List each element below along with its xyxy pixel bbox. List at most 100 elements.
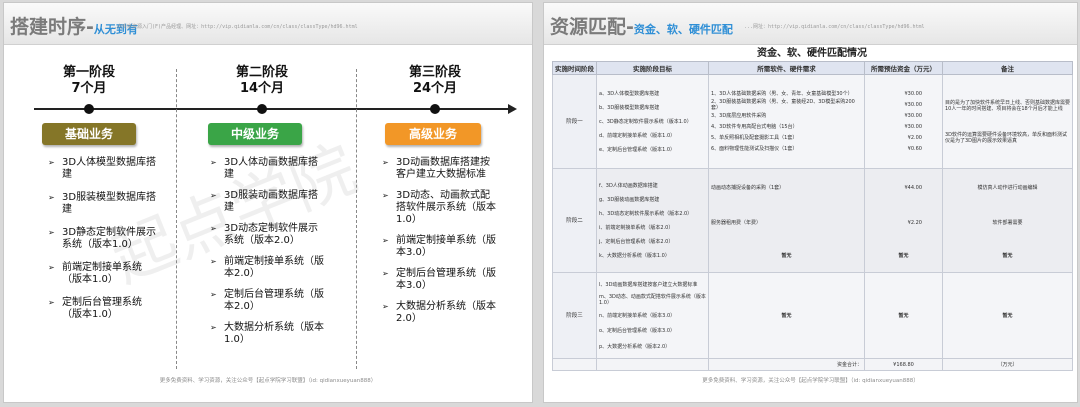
advanced-business-button[interactable]: 高级业务 — [385, 123, 481, 145]
list-item: 3D动态定制软件展示系统（版本2.0） — [210, 223, 328, 247]
total-row: 资金合计： ¥168.80 （万元） — [552, 358, 1073, 371]
header-cell: 所需预估资金（万元） — [864, 61, 943, 75]
goal-item: f、3D人体动画数据库搭建 — [599, 182, 658, 189]
empty-cell — [596, 358, 709, 371]
list-item: 定制后台管理系统（版本3.0） — [382, 268, 500, 292]
needs-cell: 动画动态捕捉设备的采购（1套） 服务器租用费（年费） 暂无 — [708, 168, 865, 273]
title-dash: - — [626, 16, 634, 38]
goal-item: o、定制后台管理系统（版本3.0） — [599, 328, 676, 334]
funds-cell: ¥44.00 ¥2.20 暂无 — [864, 168, 943, 273]
goal-item: a、3D人体模型数据库搭建 — [599, 90, 660, 97]
goal-item: i、前端定制接单系统（版本2.0） — [599, 224, 674, 231]
slide-header: 搭建时序-从无到有 ...点专家资源入门(F)产品经理、网址：http://vi… — [4, 3, 532, 45]
list-item: 3D动画数据库搭建按客户建立大数据标准 — [382, 157, 500, 181]
note-item: 暂无 — [1002, 252, 1013, 259]
need-item: 2、3D服装基础数据采购（男、女、童装经2D、3D模型采购200套） — [711, 98, 855, 111]
fund-item: ¥2.00 — [907, 135, 922, 142]
list-item: 定制后台管理系统（版本2.0） — [210, 289, 328, 313]
goal-item: p、大数据分析系统（版本2.0） — [599, 343, 671, 350]
list-item: 大数据分析系统（版本1.0） — [210, 322, 328, 346]
list-item: 定制后台管理系统（版本1.0） — [48, 297, 160, 321]
timeline-dot-1 — [84, 104, 94, 114]
goal-item: j、定制后台管理系统（版本2.0） — [599, 238, 674, 245]
list-item: 3D人体动画数据库搭建 — [210, 157, 328, 181]
list-item: 前端定制接单系统（版本3.0） — [382, 235, 500, 259]
title-main: 资源匹配 — [550, 16, 627, 38]
phase-2-list: 3D人体动画数据库搭建 3D服装动画数据库搭建 3D动态定制软件展示系统（版本2… — [210, 157, 328, 355]
list-item: 3D人体模型数据库搭建 — [48, 157, 160, 181]
phase-3-duration: 24个月 — [412, 81, 458, 96]
total-label: 资金合计： — [708, 358, 865, 371]
stage-cell: 阶段三 — [552, 272, 597, 359]
note-item: 3D软件的运算需要硬件设备环境较高，单反和面料测试仪是为了3D图片的展示效果逼真 — [945, 131, 1068, 144]
resource-table-wrap: 资金、软、硬件匹配情况 实施时间阶段 实施阶段目标 所需软件、硬件需求 所需预估… — [552, 47, 1073, 371]
title-dash: - — [86, 16, 94, 38]
goals-cell: f、3D人体动画数据库搭建 g、3D服装动画数据库搭建 h、3D动态定制软件展示… — [596, 168, 709, 273]
phase-3-list: 3D动画数据库搭建按客户建立大数据标准 3D动态、动画款式配搭软件展示系统（版本… — [382, 157, 500, 334]
notes-cell: 暂无 — [942, 272, 1073, 359]
header-cell: 备注 — [942, 61, 1073, 75]
total-unit: （万元） — [942, 358, 1073, 371]
fund-item: ¥44.00 — [904, 184, 923, 191]
list-item: 前端定制接单系统（版本2.0） — [210, 256, 328, 280]
slide-footer: 更多免费资料、学习资源，关注公众号【起点学院学习联盟】（id: qidianxu… — [159, 378, 377, 384]
goal-item: m、3D动态、动画款式配搭软件展示系统（版本1.0） — [599, 294, 706, 306]
timeline-arrow-icon — [508, 104, 517, 114]
header-cell: 实施阶段目标 — [596, 61, 709, 75]
phase-1-list: 3D人体模型数据库搭建 3D服装模型数据库搭建 3D静态定制软件展示系统（版本1… — [48, 157, 160, 332]
need-item: 1、3D人体基础数据采购（男、女、青年、女童基础模型30个） — [711, 90, 853, 97]
timeline-dot-2 — [257, 104, 267, 114]
list-item: 3D动态、动画款式配搭软件展示系统（版本1.0） — [382, 190, 500, 226]
goal-item: n、前端定制接单系统（版本3.0） — [599, 312, 676, 319]
mid-business-button[interactable]: 中级业务 — [208, 123, 302, 145]
note-item: 模仿真人动作进行动画编辑 — [977, 184, 1038, 191]
needs-cell: 1、3D人体基础数据采购（男、女、青年、女童基础模型30个） 2、3D服装基础数… — [708, 74, 865, 169]
phase-2-name: 第二阶段 — [235, 65, 288, 80]
fund-item: ¥30.00 — [904, 112, 923, 119]
goals-cell: l、3D动画数据库搭建按客户建立大数据标准 m、3D动态、动画款式配搭软件展示系… — [596, 272, 709, 359]
phase-1-duration: 7个月 — [71, 81, 107, 96]
slide-timeline: 搭建时序-从无到有 ...点专家资源入门(F)产品经理、网址：http://vi… — [3, 2, 533, 403]
title-main: 搭建时序 — [10, 16, 87, 38]
list-item: 大数据分析系统（版本2.0） — [382, 301, 500, 325]
stage-cell: 阶段一 — [552, 74, 597, 169]
goal-item: e、定制后台管理系统（版本1.0） — [599, 146, 676, 153]
total-value: ¥168.80 — [864, 358, 943, 371]
notes-cell: 模仿真人动作进行动画编辑 软件部署需要 暂无 — [942, 168, 1073, 273]
fund-item: ¥30.00 — [904, 101, 923, 108]
funds-cell: 暂无 — [864, 272, 943, 359]
slide-resources: 资源匹配-资金、软、硬件匹配 ...网址：http://vip.qidianla… — [543, 2, 1078, 403]
goal-item: l、3D动画数据库搭建按客户建立大数据标准 — [599, 281, 698, 288]
header-cell: 所需软件、硬件需求 — [708, 61, 865, 75]
fund-item: ¥30.00 — [904, 90, 923, 97]
list-item: 3D静态定制软件展示系统（版本1.0） — [48, 227, 160, 251]
goals-cell: a、3D人体模型数据库搭建 b、3D服装模型数据库搭建 c、3D静态定制软件展示… — [596, 74, 709, 169]
list-item: 3D服装动画数据库搭建 — [210, 190, 328, 214]
table-header-row: 实施时间阶段 实施阶段目标 所需软件、硬件需求 所需预估资金（万元） 备注 — [552, 61, 1073, 75]
list-item: 3D服装模型数据库搭建 — [48, 192, 160, 216]
notes-cell: 目的是为了加快软件系统早日上线、否则基础数据库需要10人一年的时间搭建、项目将会… — [942, 74, 1073, 169]
need-item: 动画动态捕捉设备的采购（1套） — [711, 184, 785, 191]
goal-item: k、大数据分析系统（版本1.0） — [599, 252, 670, 259]
goal-item: g、3D服装动画数据库搭建 — [599, 196, 660, 203]
phase-divider-1 — [176, 69, 177, 369]
phase-3-name: 第三阶段 — [408, 65, 461, 80]
goal-item: c、3D静态定制软件展示系统（版本1.0） — [599, 118, 692, 125]
fund-item: ¥30.00 — [904, 124, 923, 131]
fund-item: ¥2.20 — [907, 219, 922, 226]
resource-table: 实施时间阶段 实施阶段目标 所需软件、硬件需求 所需预估资金（万元） 备注 阶段… — [552, 61, 1073, 371]
header-url: ...网址：http://vip.qidianla.com/cn/class/c… — [744, 24, 925, 30]
slide-header: 资源匹配-资金、软、硬件匹配 ...网址：http://vip.qidianla… — [544, 3, 1077, 45]
phase-3-title: 第三阶段 24个月 — [380, 65, 490, 97]
funds-cell: ¥30.00 ¥30.00 ¥30.00 ¥30.00 ¥2.00 ¥0.60 — [864, 74, 943, 169]
need-item: 暂无 — [781, 252, 792, 259]
basic-business-button[interactable]: 基础业务 — [42, 123, 136, 145]
needs-cell: 暂无 — [708, 272, 865, 359]
header-url: ...点专家资源入门(F)产品经理、网址：http://vip.qidianla… — [108, 24, 358, 30]
goal-item: h、3D动态定制软件展示系统（版本2.0） — [599, 210, 693, 217]
list-item: 前端定制接单系统（版本1.0） — [48, 262, 160, 286]
phase-2-duration: 14个月 — [239, 81, 285, 96]
phase-1-name: 第一阶段 — [62, 65, 115, 80]
fund-item: ¥0.60 — [907, 146, 922, 153]
header-cell: 实施时间阶段 — [552, 61, 597, 75]
